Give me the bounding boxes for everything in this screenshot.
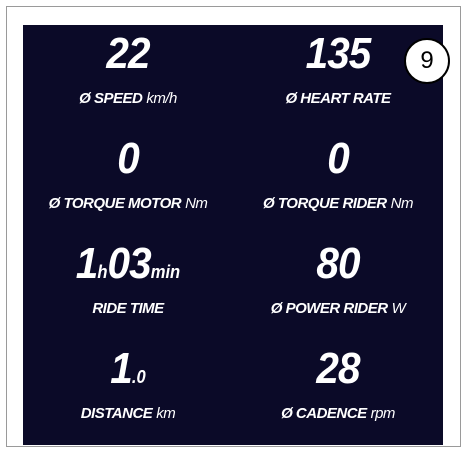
- ride-time-label: RIDE TIME: [92, 300, 164, 317]
- ride-time-hours-unit: h: [97, 262, 108, 282]
- ride-time-hours: 1: [75, 239, 99, 288]
- trip-summary-display: 22 Ø SPEED km/h 135 Ø HEART RATE 0 Ø TORQ…: [23, 25, 443, 445]
- average-speed-unit: km/h: [146, 90, 177, 107]
- average-torque-motor-value: 0: [117, 134, 140, 183]
- average-power-rider-label-row: Ø POWER RIDER W: [233, 299, 443, 319]
- ride-time-label-row: RIDE TIME: [23, 299, 233, 319]
- average-cadence-label-row: Ø CADENCE rpm: [233, 404, 443, 424]
- average-torque-motor-label: Ø TORQUE MOTOR: [48, 195, 182, 212]
- average-torque-rider-label-row: Ø TORQUE RIDER Nm: [233, 194, 443, 214]
- average-speed-label-row: Ø SPEED km/h: [23, 89, 233, 109]
- ride-time-minutes: 03: [107, 239, 152, 288]
- average-cadence-value: 28: [316, 344, 360, 393]
- average-heart-rate-label-row: Ø HEART RATE: [233, 89, 443, 109]
- average-torque-rider-unit: Nm: [390, 195, 414, 212]
- distance-value-row: 1.0: [31, 344, 224, 394]
- distance-label: DISTANCE: [80, 405, 153, 422]
- ride-time-minutes-unit: min: [150, 262, 181, 282]
- average-power-rider-unit: W: [391, 300, 406, 317]
- average-torque-motor-label-row: Ø TORQUE MOTOR Nm: [23, 194, 233, 214]
- distance-label-row: DISTANCE km: [23, 404, 233, 424]
- ride-time-value: 1h03min: [31, 239, 224, 289]
- average-torque-motor-unit: Nm: [185, 195, 208, 212]
- average-power-rider-label: Ø POWER RIDER: [270, 300, 388, 317]
- distance-unit: km: [156, 405, 176, 422]
- distance-decimal: .0: [131, 367, 146, 387]
- average-torque-rider-label: Ø TORQUE RIDER: [263, 195, 387, 212]
- average-torque-rider-value: 0: [327, 134, 350, 183]
- average-heart-rate-label: Ø HEART RATE: [285, 90, 391, 107]
- callout-number-badge: 9: [404, 38, 450, 84]
- average-cadence-label: Ø CADENCE: [281, 405, 367, 422]
- average-power-rider-value: 80: [316, 239, 360, 288]
- average-speed-label: Ø SPEED: [79, 90, 143, 107]
- distance-value: 1: [110, 344, 133, 393]
- average-speed-value: 22: [106, 29, 150, 78]
- average-cadence-unit: rpm: [370, 405, 396, 422]
